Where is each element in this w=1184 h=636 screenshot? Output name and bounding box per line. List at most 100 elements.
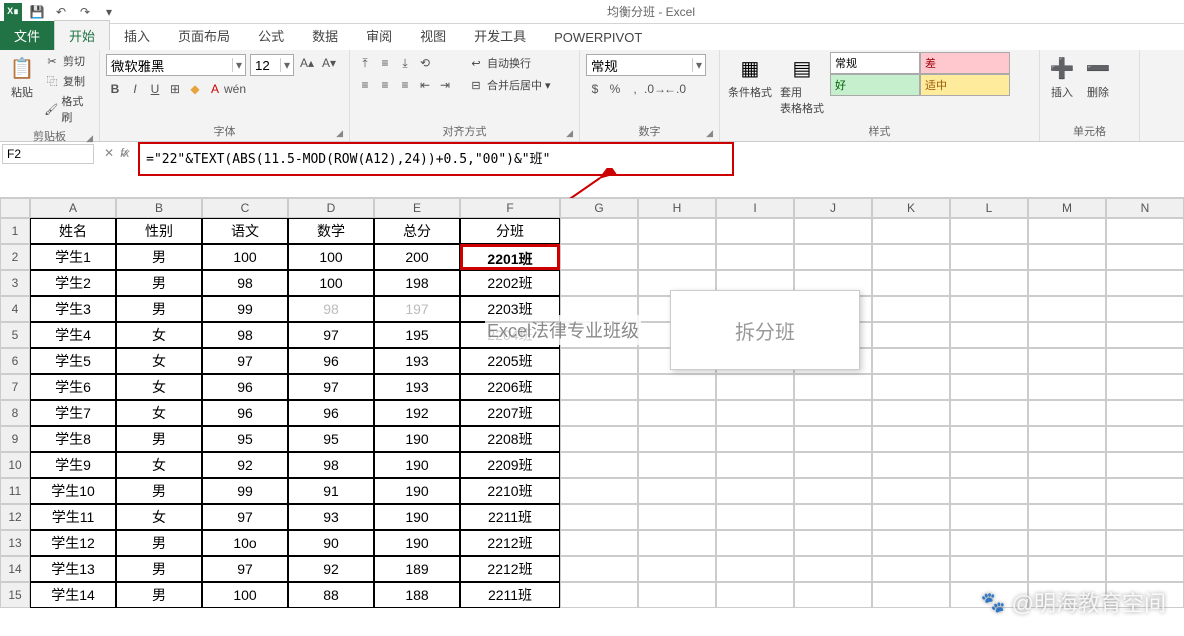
select-all-button[interactable] — [0, 198, 30, 218]
cell[interactable] — [1028, 556, 1106, 582]
dialog-launcher-icon[interactable]: ◢ — [566, 128, 573, 139]
cell[interactable] — [872, 270, 950, 296]
row-header[interactable]: 15 — [0, 582, 30, 608]
cell[interactable]: 97 — [202, 348, 288, 374]
cell[interactable]: 学生7 — [30, 400, 116, 426]
cell[interactable] — [716, 504, 794, 530]
cell[interactable] — [560, 426, 638, 452]
cell[interactable] — [1028, 530, 1106, 556]
cell[interactable] — [638, 218, 716, 244]
col-header[interactable]: H — [638, 198, 716, 218]
cell[interactable] — [950, 244, 1028, 270]
cell[interactable] — [1028, 244, 1106, 270]
cell[interactable] — [794, 530, 872, 556]
font-name-combo[interactable]: ▾ — [106, 54, 246, 76]
cell[interactable] — [872, 452, 950, 478]
cell[interactable]: 2211班 — [460, 582, 560, 608]
row-header[interactable]: 10 — [0, 452, 30, 478]
chevron-down-icon[interactable]: ▾ — [692, 58, 705, 72]
cell[interactable] — [716, 478, 794, 504]
cell[interactable] — [1106, 478, 1184, 504]
cell[interactable]: 女 — [116, 504, 202, 530]
cell[interactable]: 男 — [116, 296, 202, 322]
cell[interactable]: 学生14 — [30, 582, 116, 608]
qat-save-button[interactable]: 💾 — [28, 3, 46, 21]
cell[interactable]: 男 — [116, 244, 202, 270]
cell[interactable]: 男 — [116, 270, 202, 296]
cell[interactable] — [1106, 374, 1184, 400]
cell[interactable] — [1028, 426, 1106, 452]
cell[interactable] — [638, 244, 716, 270]
cell[interactable] — [794, 452, 872, 478]
insert-cells-button[interactable]: ➕插入 — [1046, 52, 1078, 121]
row-header[interactable]: 12 — [0, 504, 30, 530]
cell[interactable]: 190 — [374, 426, 460, 452]
fx-icon[interactable]: fx — [120, 146, 129, 160]
cell[interactable] — [794, 400, 872, 426]
row-header[interactable]: 6 — [0, 348, 30, 374]
cell[interactable] — [950, 296, 1028, 322]
cell[interactable]: 女 — [116, 348, 202, 374]
cell[interactable]: 193 — [374, 348, 460, 374]
percent-button[interactable]: % — [606, 80, 624, 98]
cell[interactable] — [872, 374, 950, 400]
orientation-button[interactable]: ⟲ — [416, 54, 434, 72]
cell[interactable] — [950, 452, 1028, 478]
col-header[interactable]: B — [116, 198, 202, 218]
cell[interactable]: 98 — [202, 322, 288, 348]
cell[interactable]: 2202班 — [460, 270, 560, 296]
qat-customize-icon[interactable]: ▾ — [100, 3, 118, 21]
font-size-combo[interactable]: ▾ — [250, 54, 294, 76]
align-middle-button[interactable]: ≡ — [376, 54, 394, 72]
cell[interactable]: 2208班 — [460, 426, 560, 452]
cell[interactable] — [794, 426, 872, 452]
cell[interactable]: 学生6 — [30, 374, 116, 400]
cell[interactable] — [950, 374, 1028, 400]
cell[interactable] — [872, 556, 950, 582]
cell[interactable]: 学生1 — [30, 244, 116, 270]
cell[interactable] — [716, 426, 794, 452]
cell[interactable] — [950, 556, 1028, 582]
copy-button[interactable]: ⿻复制 — [42, 72, 93, 90]
cell[interactable]: 100 — [202, 582, 288, 608]
cell[interactable] — [872, 400, 950, 426]
cut-button[interactable]: ✂剪切 — [42, 52, 93, 70]
dialog-launcher-icon[interactable]: ◢ — [336, 128, 343, 139]
tab-file[interactable]: 文件 — [0, 21, 54, 50]
cell[interactable] — [716, 244, 794, 270]
row-header[interactable]: 13 — [0, 530, 30, 556]
phonetic-button[interactable]: wén — [226, 80, 244, 98]
cell[interactable]: 男 — [116, 556, 202, 582]
col-header[interactable]: E — [374, 198, 460, 218]
cell[interactable]: 语文 — [202, 218, 288, 244]
cell[interactable]: 96 — [202, 374, 288, 400]
cell[interactable]: 95 — [202, 426, 288, 452]
cell[interactable] — [872, 478, 950, 504]
cell[interactable]: 学生9 — [30, 452, 116, 478]
cell[interactable] — [950, 270, 1028, 296]
cell[interactable]: 分班 — [460, 218, 560, 244]
cell[interactable] — [638, 556, 716, 582]
cell[interactable] — [1106, 244, 1184, 270]
col-header[interactable]: K — [872, 198, 950, 218]
cell[interactable] — [716, 452, 794, 478]
cell[interactable]: 学生12 — [30, 530, 116, 556]
row-header[interactable]: 2 — [0, 244, 30, 270]
align-left-button[interactable]: ≡ — [356, 76, 374, 94]
cell[interactable]: 学生13 — [30, 556, 116, 582]
cell[interactable] — [1106, 400, 1184, 426]
cell[interactable] — [716, 582, 794, 608]
cell[interactable] — [1028, 400, 1106, 426]
cell[interactable]: 男 — [116, 530, 202, 556]
cell[interactable] — [560, 530, 638, 556]
cell[interactable]: 197 — [374, 296, 460, 322]
cell[interactable]: 96 — [202, 400, 288, 426]
tab-insert[interactable]: 插入 — [110, 21, 164, 50]
row-header[interactable]: 8 — [0, 400, 30, 426]
cell[interactable]: 190 — [374, 530, 460, 556]
cell[interactable] — [716, 530, 794, 556]
decrease-indent-button[interactable]: ⇤ — [416, 76, 434, 94]
comma-button[interactable]: , — [626, 80, 644, 98]
cell[interactable] — [560, 374, 638, 400]
cell[interactable] — [794, 218, 872, 244]
